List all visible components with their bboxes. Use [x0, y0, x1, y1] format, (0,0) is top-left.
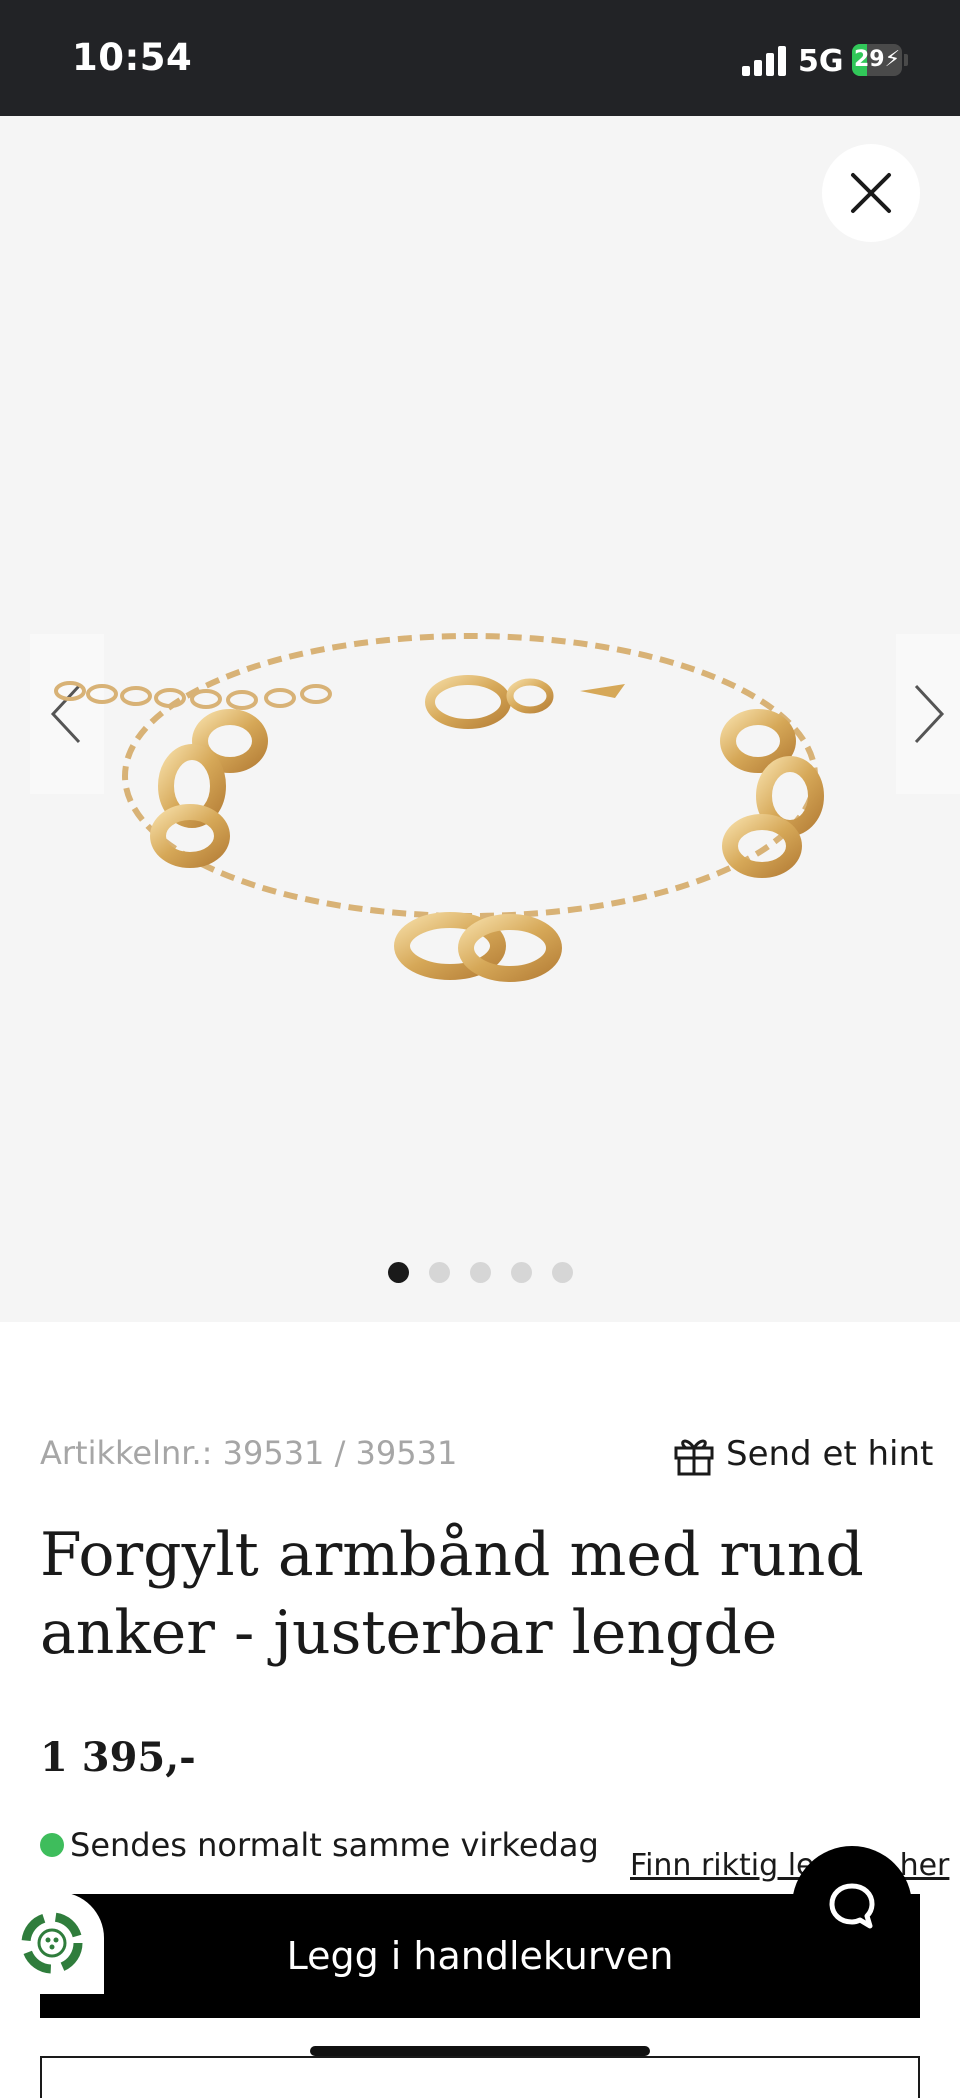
- close-button[interactable]: [822, 144, 920, 242]
- pagination-dot[interactable]: [510, 1262, 532, 1283]
- product-title: Forgylt armbånd med rund anker - justerb…: [40, 1520, 864, 1668]
- chevron-right-icon: [914, 684, 945, 744]
- product-image-gallery[interactable]: [0, 116, 960, 1322]
- next-image-button[interactable]: [896, 634, 960, 794]
- pagination-dot[interactable]: [387, 1262, 409, 1283]
- network-type: 5G: [798, 44, 844, 79]
- article-number: Artikkelnr.: 39531 / 39531: [40, 1434, 458, 1472]
- battery-icon: 29⚡: [852, 44, 908, 76]
- status-time: 10:54: [72, 36, 193, 79]
- eco-badge[interactable]: [0, 1892, 104, 1994]
- home-indicator: [310, 2046, 650, 2056]
- gallery-pagination: [0, 1262, 960, 1284]
- battery-level: 29⚡: [853, 47, 901, 72]
- status-bar: 10:54 5G 29⚡: [0, 0, 960, 116]
- product-image: [54, 633, 824, 982]
- chat-button[interactable]: [792, 1846, 912, 1966]
- send-hint-button[interactable]: Send et hint: [672, 1426, 933, 1482]
- availability-status: Sendes normalt samme virkedag: [40, 1826, 599, 1864]
- chat-bubble-icon: [829, 1883, 875, 1929]
- availability-text: Sendes normalt samme virkedag: [70, 1826, 599, 1864]
- gift-icon: [674, 1439, 714, 1476]
- recycle-badge-icon: [21, 1912, 83, 1974]
- secondary-action-button[interactable]: [40, 2056, 920, 2098]
- cellular-signal-icon: [742, 46, 788, 76]
- pagination-dot[interactable]: [551, 1262, 573, 1283]
- send-hint-label: Send et hint: [726, 1434, 934, 1474]
- product-price: 1 395,-: [40, 1734, 196, 1781]
- pagination-dot[interactable]: [428, 1262, 450, 1283]
- in-stock-dot-icon: [40, 1833, 64, 1857]
- pagination-dot[interactable]: [469, 1262, 491, 1283]
- add-to-cart-label: Legg i handlekurven: [286, 1934, 674, 1978]
- close-icon: [851, 173, 891, 213]
- add-to-cart-button[interactable]: Legg i handlekurven: [40, 1894, 920, 2018]
